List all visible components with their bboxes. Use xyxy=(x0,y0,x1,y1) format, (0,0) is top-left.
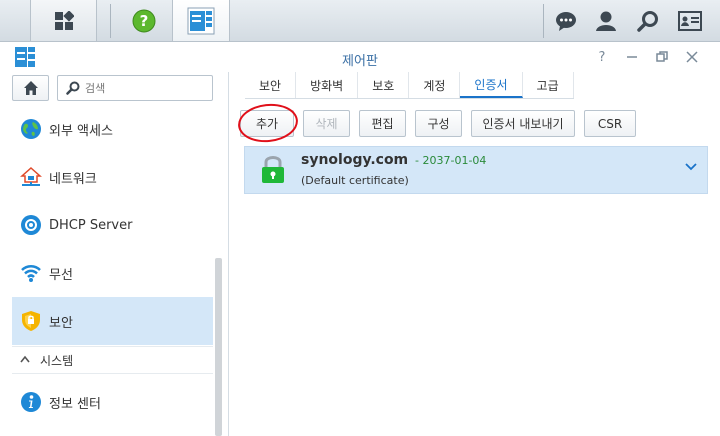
certificate-expiry: - 2037-01-04 xyxy=(415,154,487,167)
window-title: 제어판 xyxy=(342,54,378,69)
sidebar-item-label: 정보 센터 xyxy=(49,396,101,412)
add-button[interactable]: 추가 xyxy=(240,110,294,137)
help-icon: ? xyxy=(132,9,155,32)
certificate-row[interactable]: synology.com - 2037-01-04 (Default certi… xyxy=(244,146,708,194)
main-menu-icon xyxy=(54,10,74,30)
home-button[interactable] xyxy=(12,75,49,101)
taskbar: ? xyxy=(0,0,720,42)
delete-button[interactable]: 삭제 xyxy=(303,110,350,137)
chat-bubble-icon xyxy=(556,11,576,31)
globe-icon xyxy=(20,118,42,140)
sidebar-item-dhcp-server[interactable]: DHCP Server xyxy=(12,201,213,249)
window-header: 제어판 ? xyxy=(0,42,720,72)
home-icon xyxy=(23,81,38,95)
minimize-icon[interactable] xyxy=(622,48,642,66)
dsm-help-button[interactable]: ? xyxy=(115,0,172,41)
sidebar-section-system[interactable]: 시스템 xyxy=(12,346,213,374)
sidebar-item-label: 보안 xyxy=(49,315,73,331)
chevron-up-icon xyxy=(20,355,30,366)
tab-account[interactable]: 계정 xyxy=(409,72,461,98)
tab-firewall[interactable]: 방화벽 xyxy=(296,72,359,98)
tab-bar: 보안 방화벽 보호 계정 인증서 고급 xyxy=(245,72,574,99)
search-input[interactable] xyxy=(85,81,205,95)
sidebar-item-label: 네트워크 xyxy=(49,171,97,187)
search-field[interactable] xyxy=(57,75,213,101)
control-panel-icon xyxy=(187,7,215,34)
sidebar-item-label: 외부 액세스 xyxy=(49,123,113,139)
sidebar-item-wireless[interactable]: 무선 xyxy=(12,249,213,297)
info-icon xyxy=(20,391,42,413)
chevron-down-icon[interactable] xyxy=(685,161,697,175)
close-icon[interactable] xyxy=(682,48,702,66)
search-icon xyxy=(637,10,658,32)
sidebar-item-label: DHCP Server xyxy=(49,217,133,233)
user-icon xyxy=(596,11,616,31)
wifi-icon xyxy=(20,262,42,284)
sidebar-section-label: 시스템 xyxy=(40,353,74,368)
taskbar-divider xyxy=(110,4,111,38)
search-icon xyxy=(66,81,80,95)
sidebar-scrollbar[interactable] xyxy=(215,258,222,436)
tab-certificate[interactable]: 인증서 xyxy=(460,72,523,98)
taskbar-divider xyxy=(543,4,544,38)
sidebar: 외부 액세스 네트워크 DHCP Server xyxy=(0,72,229,436)
certificate-description: (Default certificate) xyxy=(301,174,409,187)
csr-button[interactable]: CSR xyxy=(584,110,636,137)
sidebar-item-network[interactable]: 네트워크 xyxy=(12,153,213,201)
notifications-button[interactable] xyxy=(546,0,586,41)
sidebar-item-external-access[interactable]: 외부 액세스 xyxy=(12,105,213,153)
shield-icon xyxy=(20,310,42,332)
restore-icon[interactable] xyxy=(652,48,672,66)
main-menu-button[interactable] xyxy=(30,0,97,41)
sidebar-item-security[interactable]: 보안 xyxy=(12,297,213,345)
user-options-button[interactable] xyxy=(586,0,626,41)
tab-advanced[interactable]: 고급 xyxy=(523,72,574,98)
sidebar-item-label: 무선 xyxy=(49,267,73,283)
edit-button[interactable]: 편집 xyxy=(359,110,406,137)
toolbar: 추가 삭제 편집 구성 인증서 내보내기 CSR xyxy=(240,110,645,138)
network-home-icon xyxy=(20,166,42,188)
tab-protection[interactable]: 보호 xyxy=(358,72,410,98)
certificate-name: synology.com - 2037-01-04 xyxy=(301,152,486,168)
tab-security[interactable]: 보안 xyxy=(245,72,297,98)
widgets-button[interactable] xyxy=(670,0,710,41)
lock-icon xyxy=(261,154,285,187)
certificate-domain: synology.com xyxy=(301,152,409,168)
id-card-icon xyxy=(678,10,702,31)
sidebar-item-info-center[interactable]: 정보 센터 xyxy=(12,378,213,426)
help-icon[interactable]: ? xyxy=(592,48,612,66)
svg-text:?: ? xyxy=(139,12,148,30)
search-button[interactable] xyxy=(628,0,668,41)
configure-button[interactable]: 구성 xyxy=(415,110,462,137)
control-panel-taskbar-button[interactable] xyxy=(172,0,230,41)
dhcp-server-icon xyxy=(20,214,42,236)
export-certificate-button[interactable]: 인증서 내보내기 xyxy=(471,110,575,137)
